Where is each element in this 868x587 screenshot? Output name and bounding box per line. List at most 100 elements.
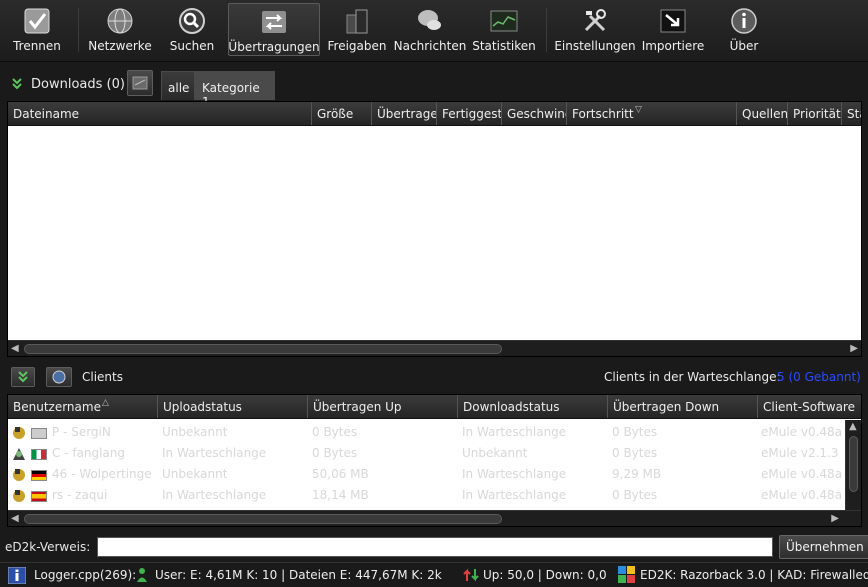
- client-icon: [13, 448, 25, 460]
- toolbar-label: Übertragungen: [228, 40, 320, 54]
- toolbar-transfers-button[interactable]: Übertragungen: [228, 3, 320, 56]
- client-download-status: In Warteschlange: [462, 467, 567, 481]
- client-username: 46 - Wolpertinger: [52, 467, 152, 481]
- flag-es-icon: [31, 491, 47, 502]
- client-software: eMule v0.48a: [761, 488, 843, 502]
- clients-table[interactable]: Benutzername △ Uploadstatus Übertragen U…: [7, 394, 862, 527]
- users-icon: [137, 568, 147, 582]
- column-status[interactable]: Status: [842, 102, 861, 125]
- table-row[interactable]: C - fanglang In Warteschlange 0 Bytes Un…: [8, 443, 846, 464]
- client-icon: [13, 469, 25, 481]
- info-icon[interactable]: [8, 567, 26, 584]
- scroll-right-icon[interactable]: ▶: [850, 343, 858, 354]
- clients-header: Clients Clients in der Warteschlange: 5 …: [0, 364, 868, 390]
- scroll-up-icon[interactable]: ▲: [849, 421, 857, 432]
- ed2k-link-input[interactable]: [97, 537, 773, 557]
- client-transferred-down: 0 Bytes: [612, 446, 658, 460]
- category-icon: [132, 76, 148, 90]
- settings-tools-icon: [584, 9, 606, 32]
- column-client-software[interactable]: Client-Software: [758, 395, 861, 418]
- flag-de-icon: [31, 470, 47, 481]
- client-upload-status: Unbekannt: [162, 425, 228, 439]
- toolbar-statistics-button[interactable]: Statistiken: [472, 3, 536, 56]
- client-transferred-down: 0 Bytes: [612, 425, 658, 439]
- toolbar-label: Nachrichten: [393, 39, 467, 53]
- downloads-hscrollbar[interactable]: ◀ ▶: [8, 340, 861, 356]
- client-username: C - fanglang: [52, 446, 126, 460]
- client-download-status: In Warteschlange: [462, 488, 567, 502]
- toolbar-label: Über: [729, 39, 759, 53]
- column-progress[interactable]: Fortschritt ▽: [567, 102, 737, 125]
- column-speed[interactable]: Geschwindigkeit: [502, 102, 567, 125]
- client-transferred-down: 0 Bytes: [612, 488, 658, 502]
- tab-label: alle: [168, 81, 190, 95]
- toolbar-label: Trennen: [13, 39, 61, 53]
- scroll-thumb[interactable]: [24, 344, 502, 354]
- network-status: ED2K: Razorback 3.0 | KAD: Firewalled: [640, 568, 868, 582]
- scroll-left-icon[interactable]: ◀: [11, 343, 19, 354]
- toolbar-label: Statistiken: [472, 39, 536, 53]
- toolbar-import-button[interactable]: Importiere: [642, 3, 704, 56]
- client-software: eMule v0.48a: [761, 467, 843, 481]
- client-transferred-up: 18,14 MB: [312, 488, 369, 502]
- toolbar-settings-button[interactable]: Einstellungen: [554, 3, 636, 56]
- column-size[interactable]: Größe: [312, 102, 372, 125]
- client-software: eMule v2.1.3: [761, 446, 839, 460]
- table-row[interactable]: rs - zaqui In Warteschlange 18,14 MB In …: [8, 485, 846, 506]
- column-priority[interactable]: Priorität: [788, 102, 842, 125]
- apply-button[interactable]: Übernehmen: [779, 535, 868, 559]
- toolbar-networks-button[interactable]: Netzwerke: [86, 3, 154, 56]
- clients-toggle-button[interactable]: [11, 367, 35, 387]
- clients-table-header: Benutzername △ Uploadstatus Übertragen U…: [8, 395, 861, 419]
- table-row[interactable]: P - SergiN Unbekannt 0 Bytes In Wartesch…: [8, 422, 846, 443]
- column-username[interactable]: Benutzername △: [8, 395, 158, 418]
- column-completed[interactable]: Fertiggestellt: [437, 102, 502, 125]
- column-transferred[interactable]: Übertragen: [372, 102, 437, 125]
- column-transferred-up[interactable]: Übertragen Up: [308, 395, 458, 418]
- client-software: eMule v0.48a: [761, 425, 843, 439]
- network-globe-icon: [52, 370, 66, 384]
- up-down-arrows-icon: [463, 568, 479, 582]
- user-stats: User: E: 4,61M K: 10 | Dateien E: 447,67…: [155, 568, 442, 582]
- clients-view-button[interactable]: [46, 367, 72, 387]
- scroll-left-icon[interactable]: ◀: [11, 513, 19, 524]
- apply-button-label: Übernehmen: [786, 540, 864, 554]
- ed2k-label: eD2k-Verweis:: [5, 540, 91, 554]
- toolbar-label: Netzwerke: [88, 39, 152, 53]
- scroll-right-icon[interactable]: ▶: [831, 513, 839, 524]
- tab-all[interactable]: alle: [161, 71, 195, 100]
- toolbar-disconnect-button[interactable]: Trennen: [6, 3, 68, 56]
- client-download-status: Unbekannt: [462, 446, 528, 460]
- clients-vscrollbar[interactable]: ▲: [845, 420, 861, 510]
- client-transferred-up: 0 Bytes: [312, 425, 358, 439]
- column-transferred-down[interactable]: Übertragen Down: [608, 395, 758, 418]
- category-filter-button[interactable]: [127, 70, 153, 96]
- client-username: rs - zaqui: [52, 488, 108, 502]
- network-status-icon: [618, 566, 635, 583]
- tab-category-1[interactable]: Kategorie 1: [195, 71, 275, 109]
- client-transferred-up: 50,06 MB: [312, 467, 369, 481]
- toolbar-about-button[interactable]: Über: [720, 3, 768, 56]
- toolbar-label: Importiere: [641, 39, 705, 53]
- clients-hscrollbar[interactable]: ◀ ▶: [8, 510, 861, 526]
- network-globe-icon: [107, 8, 133, 34]
- client-upload-status: Unbekannt: [162, 467, 228, 481]
- toolbar-search-button[interactable]: Suchen: [164, 3, 220, 56]
- scroll-thumb[interactable]: [24, 514, 502, 524]
- column-filename[interactable]: Dateiname: [8, 102, 312, 125]
- scroll-thumb[interactable]: [849, 436, 858, 492]
- client-username: P - SergiN: [52, 425, 111, 439]
- column-sources[interactable]: Quellen: [737, 102, 788, 125]
- shared-files-icon: [346, 9, 368, 34]
- downloads-table[interactable]: Dateiname Größe Übertragen Fertiggestell…: [7, 101, 862, 357]
- downloads-header: Downloads (0) alle Kategorie 1: [0, 68, 868, 109]
- table-row[interactable]: 46 - Wolpertinger Unbekannt 50,06 MB In …: [8, 464, 846, 485]
- client-icon: [13, 490, 25, 502]
- client-upload-status: In Warteschlange: [162, 446, 267, 460]
- column-download-status[interactable]: Downloadstatus: [458, 395, 608, 418]
- column-upload-status[interactable]: Uploadstatus: [158, 395, 308, 418]
- import-icon: [660, 9, 686, 33]
- toolbar-label: Suchen: [169, 39, 215, 53]
- toolbar-messages-button[interactable]: Nachrichten: [394, 3, 466, 56]
- toolbar-shared-button[interactable]: Freigaben: [326, 3, 388, 56]
